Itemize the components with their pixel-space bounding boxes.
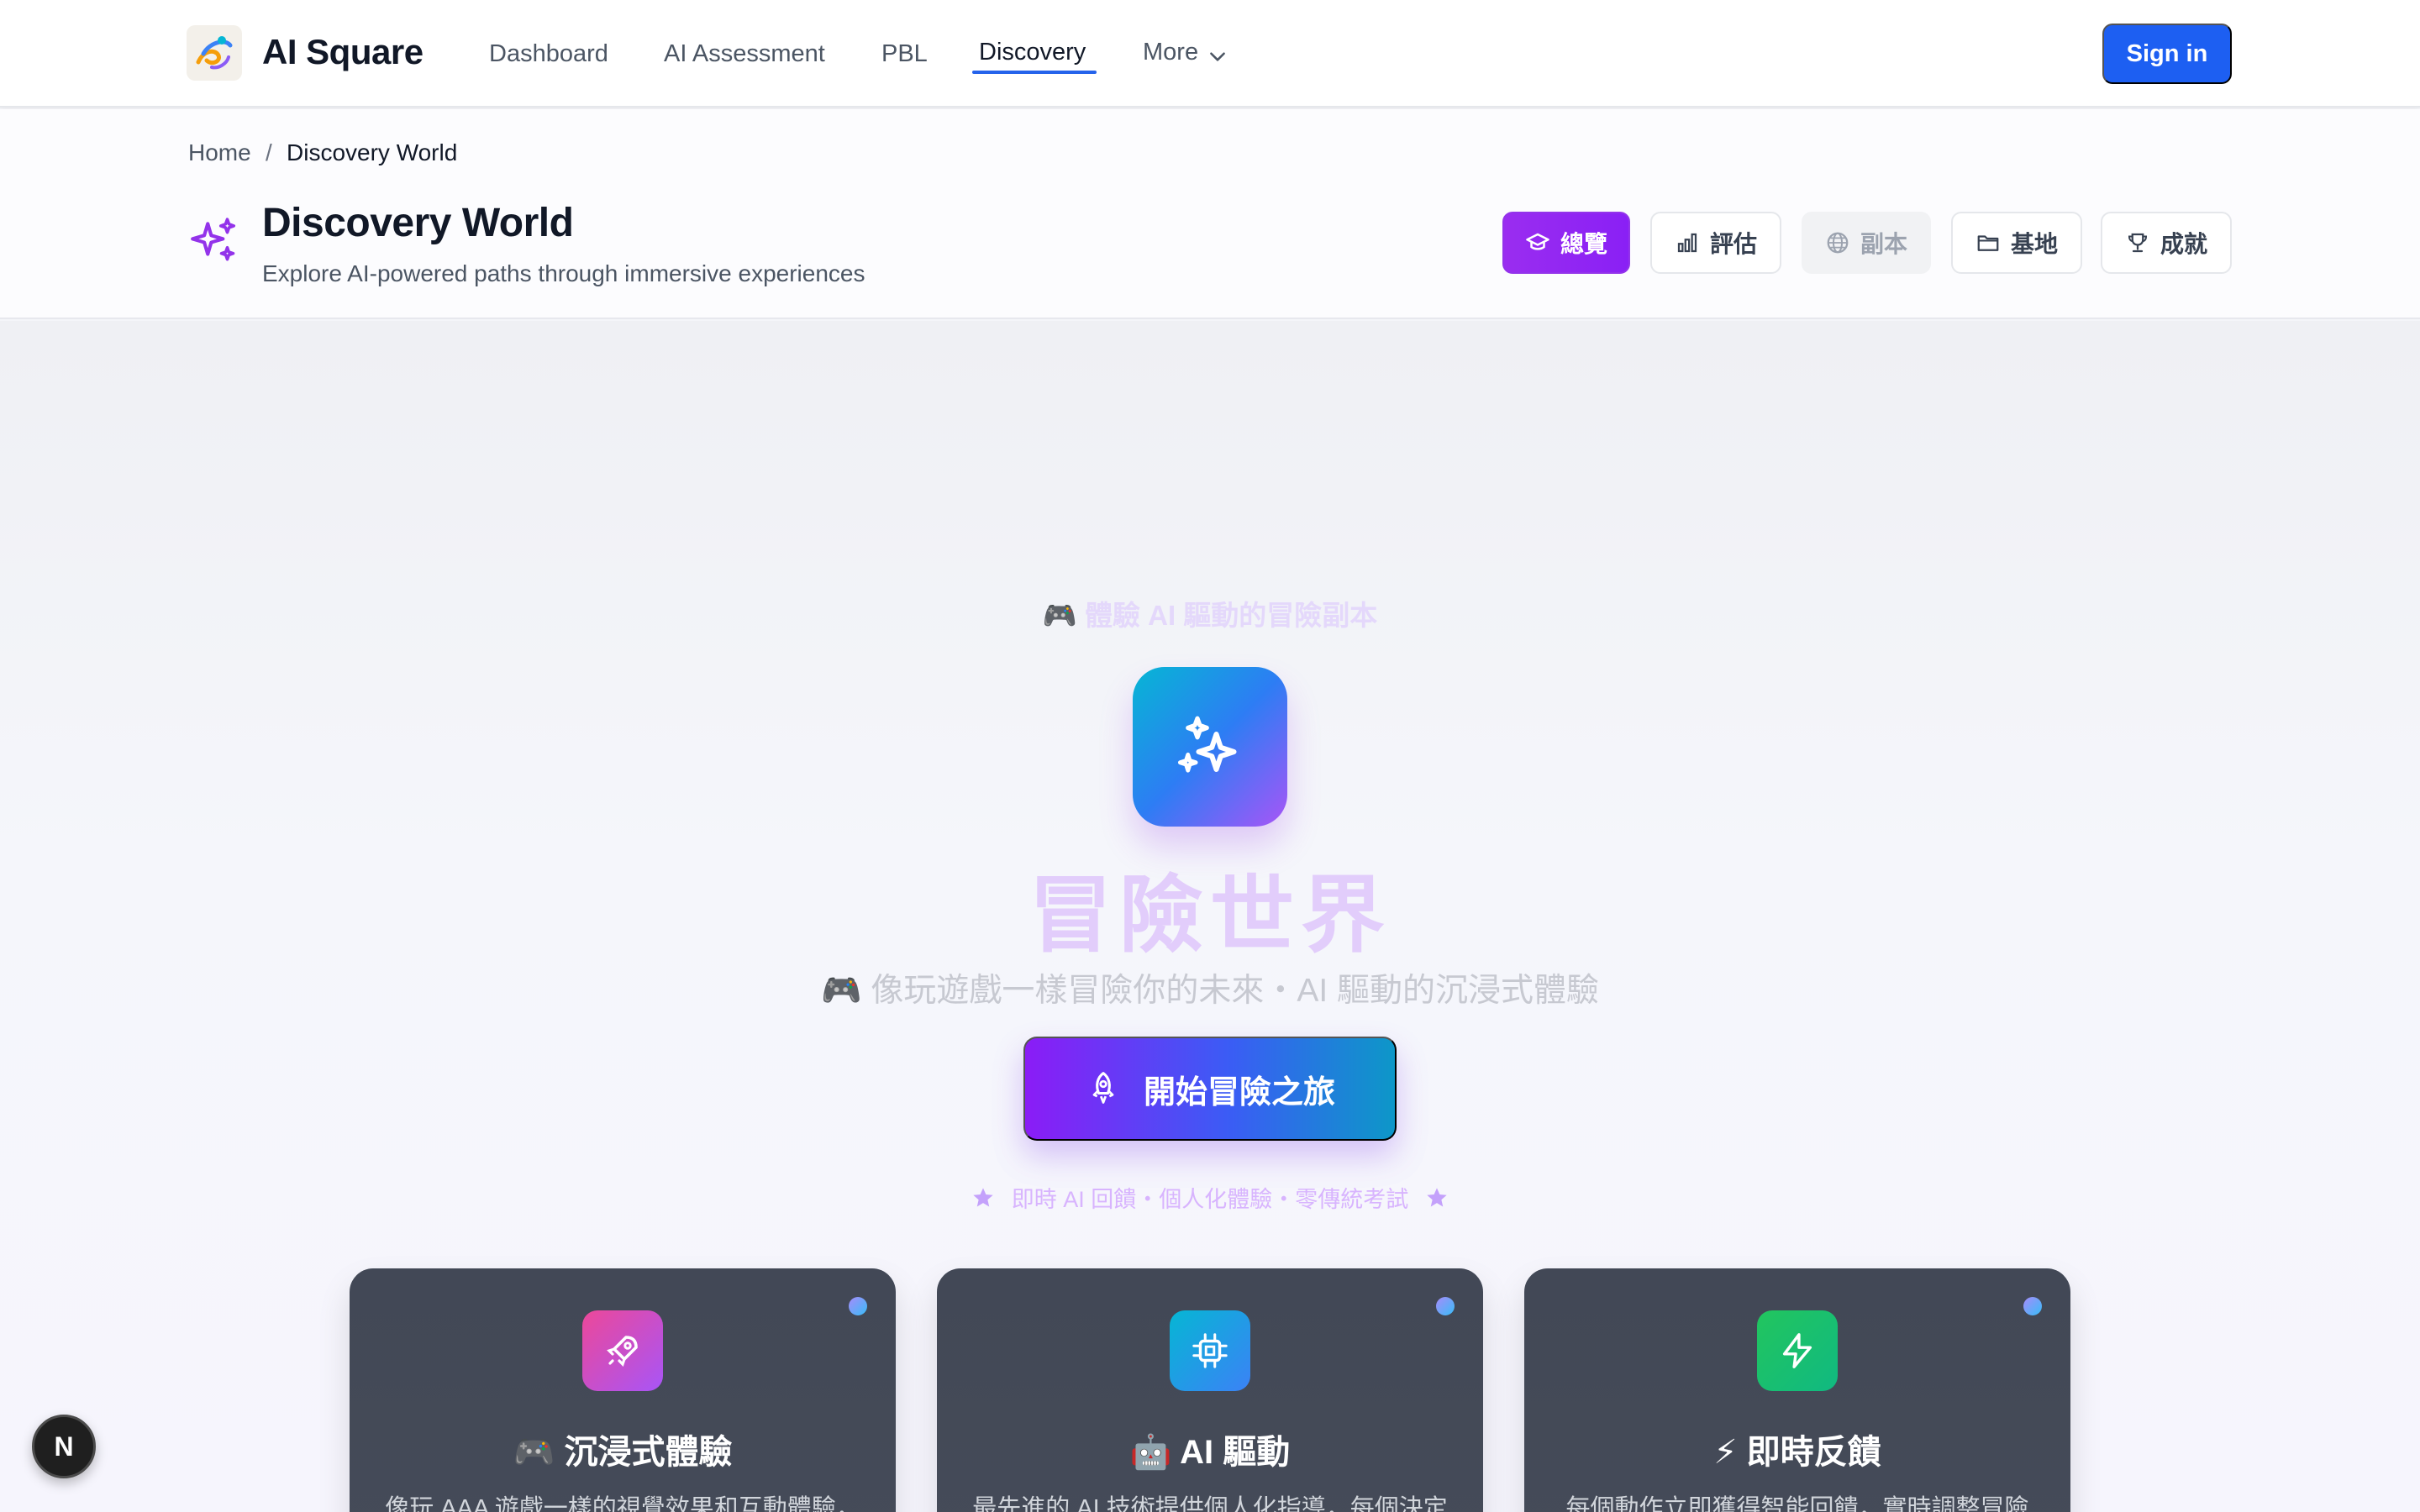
- hero-tagline: 即時 AI 回饋・個人化體驗・零傳統考試: [1011, 1187, 1409, 1212]
- feature-icon-tile: [1170, 1310, 1250, 1391]
- feature-card-ai-driven: 🤖 AI 驅動 最先進的 AI 技術提供個人化指導，每個決定: [937, 1268, 1483, 1512]
- top-navigation-bar: AI Square Dashboard AI Assessment PBL Di…: [0, 0, 2420, 108]
- breadcrumb-current: Discovery World: [287, 139, 458, 165]
- trophy-icon: [2128, 233, 2147, 253]
- logo-icon: [196, 36, 233, 70]
- globe-icon: [1827, 232, 1849, 254]
- feature-icon-tile: [1757, 1310, 1838, 1391]
- ai-square-logo[interactable]: [187, 25, 242, 81]
- tab-base[interactable]: 基地: [1951, 212, 2082, 274]
- page-subtitle: Explore AI-powered paths through immersi…: [262, 260, 865, 286]
- tab-instance: 副本: [1802, 212, 1931, 274]
- cta-label: 開始冒險之旅: [1143, 1074, 1335, 1110]
- cpu-icon: [1192, 1333, 1228, 1368]
- hero-icon-tile: [1133, 667, 1287, 827]
- tab-label: 總覽: [1560, 231, 1607, 257]
- tab-label: 副本: [1860, 231, 1907, 257]
- lightning-icon: [1782, 1333, 1812, 1368]
- graduation-cap-icon: [1526, 233, 1549, 250]
- rocket-icon: [1092, 1072, 1114, 1104]
- chevron-down-icon: [1210, 52, 1225, 61]
- nav-link-ai-assessment[interactable]: AI Assessment: [664, 40, 825, 68]
- active-nav-indicator: [972, 71, 1097, 74]
- folder-icon: [1977, 235, 1999, 251]
- tab-overview[interactable]: 總覽: [1502, 212, 1630, 274]
- status-dot: [1436, 1297, 1455, 1315]
- status-dot: [849, 1297, 867, 1315]
- tab-label: 成就: [2160, 231, 2207, 257]
- feature-title: 🤖 AI 驅動: [1129, 1434, 1291, 1471]
- breadcrumb-separator: /: [266, 139, 272, 165]
- feature-description: 最先進的 AI 技術提供個人化指導，每個決定: [972, 1495, 1448, 1512]
- tab-assessment[interactable]: 評估: [1650, 212, 1781, 274]
- hero-subtitle: 🎮 像玩遊戲一樣冒險你的未來・AI 驅動的沉浸式體驗: [820, 973, 1600, 1009]
- start-adventure-button[interactable]: 開始冒險之旅: [1023, 1037, 1397, 1141]
- brand-name[interactable]: AI Square: [262, 32, 424, 72]
- page-title: Discovery World: [262, 201, 574, 245]
- hero-pre-title: 🎮 體驗 AI 驅動的冒險副本: [1042, 600, 1378, 631]
- nav-link-discovery[interactable]: Discovery: [979, 39, 1086, 66]
- feature-card-immersive: 🎮 沉浸式體驗 像玩 AAA 遊戲一樣的視覺效果和互動體驗，: [350, 1268, 896, 1512]
- nav-link-dashboard[interactable]: Dashboard: [489, 40, 608, 68]
- feature-title: 🎮 沉浸式體驗: [513, 1434, 733, 1471]
- rocket-icon: [607, 1336, 638, 1367]
- nav-link-pbl[interactable]: PBL: [881, 40, 928, 68]
- breadcrumb-home[interactable]: Home: [188, 139, 251, 166]
- hero-tagline-row: 即時 AI 回饋・個人化體驗・零傳統考試: [0, 1181, 2420, 1214]
- tab-achievements[interactable]: 成就: [2101, 212, 2232, 274]
- feature-description: 像玩 AAA 遊戲一樣的視覺效果和互動體驗，: [385, 1495, 860, 1512]
- tab-label: 基地: [2010, 231, 2058, 257]
- bar-chart-icon: [1677, 233, 1697, 253]
- feature-card-instant-feedback: ⚡ 即時反饋 每個動作立即獲得智能回饋，實時調整冒險: [1524, 1268, 2070, 1512]
- star-icon: [1427, 1187, 1447, 1206]
- sign-in-button[interactable]: Sign in: [2102, 24, 2232, 84]
- hero-title: 冒險世界: [1028, 869, 1392, 963]
- nav-more-menu[interactable]: More: [1143, 39, 1198, 66]
- feature-icon-tile: [582, 1310, 663, 1391]
- sparkles-icon: [191, 218, 236, 261]
- sparkles-icon: [1177, 716, 1237, 773]
- feature-title: ⚡ 即時反饋: [1713, 1434, 1881, 1471]
- feature-description: 每個動作立即獲得智能回饋，實時調整冒險: [1565, 1495, 2029, 1512]
- nextjs-dev-badge[interactable]: N: [32, 1415, 96, 1478]
- status-dot: [2023, 1297, 2042, 1315]
- tab-label: 評估: [1709, 231, 1757, 257]
- star-icon: [973, 1187, 993, 1206]
